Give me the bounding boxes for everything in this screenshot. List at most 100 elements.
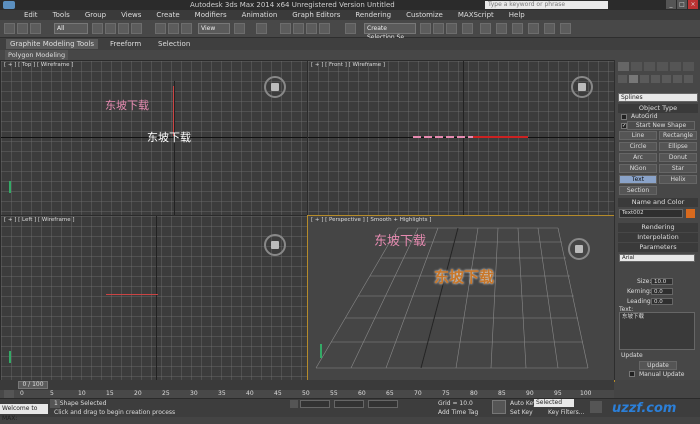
text-button[interactable]: Text [619, 175, 657, 184]
arc-button[interactable]: Arc [619, 153, 657, 162]
viewport-label[interactable]: [ + ] [ Left ] [ Wireframe ] [4, 217, 75, 223]
set-key-button[interactable]: Set Key [510, 409, 533, 416]
menu-rendering[interactable]: Rendering [355, 10, 391, 20]
spacewarps-icon[interactable] [673, 75, 682, 83]
maxscript-listener[interactable]: Welcome to MAX: [0, 404, 48, 422]
maximize-icon[interactable]: □ [677, 0, 687, 9]
menu-maxscript[interactable]: MAXScript [458, 10, 494, 20]
star-button[interactable]: Star [659, 164, 697, 173]
geometry-icon[interactable] [618, 75, 627, 83]
schematic-view-icon[interactable] [496, 23, 507, 34]
rollout-interpolation[interactable]: Interpolation [618, 233, 698, 242]
utilities-tab-icon[interactable] [683, 62, 694, 71]
helix-button[interactable]: Helix [659, 175, 697, 184]
autogrid-checkbox[interactable] [621, 114, 627, 120]
viewcube-icon[interactable] [264, 234, 286, 256]
mirror-icon[interactable] [420, 23, 431, 34]
named-selection-dropdown[interactable]: Create Selection Se [364, 23, 416, 41]
rollout-object-type[interactable]: Object Type [618, 104, 698, 113]
menu-tools[interactable]: Tools [53, 10, 70, 20]
viewport-label[interactable]: [ + ] [ Front ] [ Wireframe ] [311, 62, 385, 68]
circle-button[interactable]: Circle [619, 142, 657, 151]
kerning-spinner[interactable]: 0.0 [651, 288, 673, 295]
rectangle-button[interactable]: Rectangle [659, 131, 697, 140]
viewcube-icon[interactable] [264, 76, 286, 98]
y-coordinate-field[interactable] [334, 400, 364, 408]
leading-spinner[interactable]: 0.0 [651, 298, 673, 305]
lights-icon[interactable] [640, 75, 649, 83]
rectangular-selection-icon[interactable] [118, 23, 129, 34]
text-shape-3d[interactable]: 东坡下载 [434, 266, 494, 287]
reference-coord-dropdown[interactable]: View [198, 23, 230, 34]
time-slider[interactable]: 0 / 100 [0, 380, 614, 390]
viewport-perspective[interactable]: [ + ] [ Perspective ] [ Smooth + Highlig… [307, 215, 615, 382]
time-config-icon[interactable] [590, 401, 602, 413]
search-input[interactable]: Type a keyword or phrase [485, 1, 608, 9]
rollout-parameters[interactable]: Parameters [618, 243, 698, 252]
material-editor-icon[interactable] [512, 23, 523, 34]
z-coordinate-field[interactable] [368, 400, 398, 408]
align-icon[interactable] [433, 23, 444, 34]
manual-update-checkbox[interactable] [629, 371, 635, 377]
lock-icon[interactable] [290, 400, 298, 408]
menu-modifiers[interactable]: Modifiers [195, 10, 227, 20]
edit-named-selection-icon[interactable] [345, 23, 356, 34]
x-coordinate-field[interactable] [300, 400, 330, 408]
graphite-toggle-icon[interactable] [462, 23, 473, 34]
viewcube-icon[interactable] [571, 76, 593, 98]
menu-animation[interactable]: Animation [242, 10, 278, 20]
section-button[interactable]: Section [619, 186, 657, 195]
viewport-top[interactable]: [ + ] [ Top ] [ Wireframe ] 东坡下载 东坡下载 [0, 60, 308, 217]
scale-icon[interactable] [181, 23, 192, 34]
rendered-frame-icon[interactable] [544, 23, 555, 34]
snap-icon[interactable] [280, 23, 291, 34]
display-tab-icon[interactable] [670, 62, 681, 71]
track-bar[interactable]: 0 5 10 15 20 25 30 35 40 45 50 55 60 65 … [0, 390, 614, 398]
donut-button[interactable]: Donut [659, 153, 697, 162]
key-mode-dropdown[interactable]: Selected [534, 399, 574, 407]
motion-tab-icon[interactable] [657, 62, 668, 71]
color-swatch[interactable] [686, 209, 695, 218]
rollout-rendering[interactable]: Rendering [618, 223, 698, 232]
create-tab-icon[interactable] [618, 62, 629, 71]
menu-edit[interactable]: Edit [24, 10, 38, 20]
window-crossing-icon[interactable] [131, 23, 142, 34]
pivot-icon[interactable] [234, 23, 245, 34]
mini-curve-editor-icon[interactable] [4, 390, 14, 398]
layer-icon[interactable] [446, 23, 457, 34]
menu-graph-editors[interactable]: Graph Editors [292, 10, 340, 20]
tab-freeform[interactable]: Freeform [110, 39, 141, 49]
minimize-icon[interactable]: _ [666, 0, 676, 9]
font-dropdown[interactable]: Arial [619, 254, 695, 262]
tab-graphite-modeling-tools[interactable]: Graphite Modeling Tools [6, 39, 99, 49]
viewport-front[interactable]: [ + ] [ Front ] [ Wireframe ] [307, 60, 615, 217]
percent-snap-icon[interactable] [306, 23, 317, 34]
render-icon[interactable] [560, 23, 571, 34]
update-button[interactable]: Update [639, 361, 677, 370]
menu-group[interactable]: Group [85, 10, 106, 20]
menu-customize[interactable]: Customize [406, 10, 443, 20]
link-icon[interactable] [30, 23, 41, 34]
viewport-label[interactable]: [ + ] [ Top ] [ Wireframe ] [4, 62, 73, 68]
viewcube-icon[interactable] [568, 238, 590, 260]
menu-create[interactable]: Create [156, 10, 179, 20]
cameras-icon[interactable] [651, 75, 660, 83]
object-name-field[interactable]: Text002 [619, 209, 683, 218]
helpers-icon[interactable] [662, 75, 671, 83]
add-time-tag[interactable]: Add Time Tag [438, 409, 478, 416]
key-filters-button[interactable]: Key Filters... [548, 409, 585, 416]
rollout-name-color[interactable]: Name and Color [618, 198, 698, 207]
render-setup-icon[interactable] [528, 23, 539, 34]
text-area[interactable]: 东坡下载 [619, 312, 695, 350]
hierarchy-tab-icon[interactable] [644, 62, 655, 71]
size-spinner[interactable]: 10.0 [651, 278, 673, 285]
select-object-icon[interactable] [92, 23, 103, 34]
close-icon[interactable]: × [688, 0, 698, 9]
menu-help[interactable]: Help [509, 10, 525, 20]
polygon-modeling-panel[interactable]: Polygon Modeling [5, 50, 69, 60]
text-shape[interactable]: 东坡下载 [147, 129, 191, 145]
selection-filter-dropdown[interactable]: All [54, 23, 88, 34]
redo-icon[interactable] [17, 23, 28, 34]
move-icon[interactable] [155, 23, 166, 34]
auto-key-button[interactable]: Auto Key [510, 400, 537, 407]
